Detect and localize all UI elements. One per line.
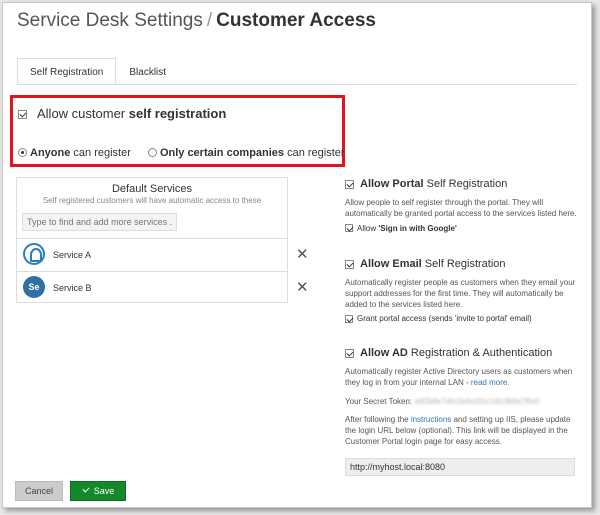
ad-checkbox[interactable] — [345, 348, 354, 358]
remove-service-b-close-icon[interactable]: ✕ — [296, 278, 309, 296]
ad-heading[interactable]: Allow AD Registration & Authentication — [345, 347, 580, 359]
radio-anyone-strong: Anyone — [30, 147, 71, 159]
google-signin-option[interactable]: Allow 'Sign in with Google' — [345, 224, 580, 233]
radio-companies-strong: Only certain companies — [159, 147, 285, 159]
google-signin-prefix: Allow — [357, 223, 379, 233]
email-description: Automatically register people as custome… — [345, 278, 576, 309]
ad-description: Automatically register Active Directory … — [345, 367, 580, 389]
registration-scope-radios: Anyone can register Only certain compani… — [18, 147, 359, 159]
grant-portal-label: Grant portal access (sends 'invite to po… — [357, 314, 532, 324]
default-services-panel: Default Services Self registered custome… — [16, 177, 288, 303]
service-b-avatar: Se — [23, 276, 45, 298]
email-section: Allow Email Self Registration Automatica… — [345, 258, 580, 323]
allow-self-registration-checkbox[interactable] — [18, 110, 27, 120]
portal-section: Allow Portal Self Registration Allow peo… — [345, 178, 580, 233]
email-checkbox[interactable] — [345, 259, 354, 269]
portal-description: Allow people to self register through th… — [345, 198, 577, 218]
radio-option-companies[interactable]: Only certain companies can register — [147, 147, 345, 159]
service-search-input[interactable] — [22, 213, 177, 231]
breadcrumb-separator: / — [206, 10, 213, 31]
radio-option-anyone[interactable]: Anyone can register — [18, 147, 131, 159]
breadcrumb-section[interactable]: Service Desk Settings — [17, 10, 203, 31]
default-services-title: Default Services — [111, 183, 193, 195]
google-signin-strong: 'Sign in with Google' — [378, 223, 457, 233]
portal-heading[interactable]: Allow Portal Self Registration — [345, 178, 580, 190]
google-signin-checkbox[interactable] — [345, 224, 353, 233]
grant-portal-checkbox[interactable] — [345, 315, 353, 324]
allow-self-registration-label-strong: self registration — [128, 106, 227, 121]
iis-instructions-prefix: After following the — [345, 415, 411, 425]
ad-heading-rest: Registration & Authentication — [407, 347, 553, 359]
portal-heading-rest: Self Registration — [423, 178, 508, 190]
tab-divider — [17, 84, 577, 85]
service-row-a: Service A — [17, 238, 287, 270]
portal-heading-strong: Allow Portal — [360, 178, 424, 190]
page-title: Service Desk Settings / Customer Access — [17, 10, 376, 32]
cancel-button[interactable]: Cancel — [15, 481, 63, 501]
login-url-input[interactable]: http://myhost.local:8080 — [345, 458, 575, 476]
service-b-name: Service B — [53, 283, 92, 293]
ad-heading-strong: Allow AD — [360, 347, 408, 359]
radio-companies-rest: can register — [284, 147, 345, 159]
ad-read-more-link[interactable]: read more. — [471, 378, 510, 387]
allow-self-registration[interactable]: Allow customer self registration — [18, 106, 226, 121]
save-button-label: Save — [93, 486, 115, 496]
secret-token-value: a9f3b8e7d6c5b4a3f2e1d0c9b8a7f6e5 — [414, 396, 540, 406]
save-button[interactable]: Save — [70, 481, 126, 501]
tab-self-registration[interactable]: Self Registration — [17, 58, 117, 85]
portal-checkbox[interactable] — [345, 179, 354, 189]
service-row-b: Se Service B — [17, 271, 287, 303]
email-heading-rest: Self Registration — [421, 258, 506, 270]
secret-token-label: Your Secret Token: — [345, 396, 413, 406]
remove-service-a-close-icon[interactable]: ✕ — [296, 245, 309, 263]
radio-companies[interactable] — [147, 147, 157, 157]
allow-self-registration-label-prefix: Allow customer — [37, 106, 129, 121]
service-a-logo-icon — [23, 243, 45, 265]
default-services-subtitle: Self registered customers will have auto… — [42, 196, 262, 205]
iis-instructions: After following the instructions and set… — [345, 415, 580, 447]
breadcrumb-page: Customer Access — [216, 10, 376, 31]
radio-anyone[interactable] — [18, 147, 27, 157]
tab-blacklist[interactable]: Blacklist — [116, 58, 179, 85]
tab-bar: Self Registration Blacklist — [17, 58, 179, 85]
instructions-link[interactable]: instructions — [411, 415, 451, 424]
ad-section: Allow AD Registration & Authentication A… — [345, 347, 580, 448]
secret-token-row: Your Secret Token: a9f3b8e7d6c5b4a3f2e1d… — [345, 397, 580, 408]
email-heading[interactable]: Allow Email Self Registration — [345, 258, 580, 270]
radio-anyone-rest: can register — [70, 147, 131, 159]
ad-description-text: Automatically register Active Directory … — [345, 367, 573, 387]
save-check-icon — [82, 486, 91, 495]
grant-portal-option[interactable]: Grant portal access (sends 'invite to po… — [345, 314, 580, 323]
email-heading-strong: Allow Email — [360, 258, 422, 270]
service-a-name: Service A — [53, 250, 92, 260]
